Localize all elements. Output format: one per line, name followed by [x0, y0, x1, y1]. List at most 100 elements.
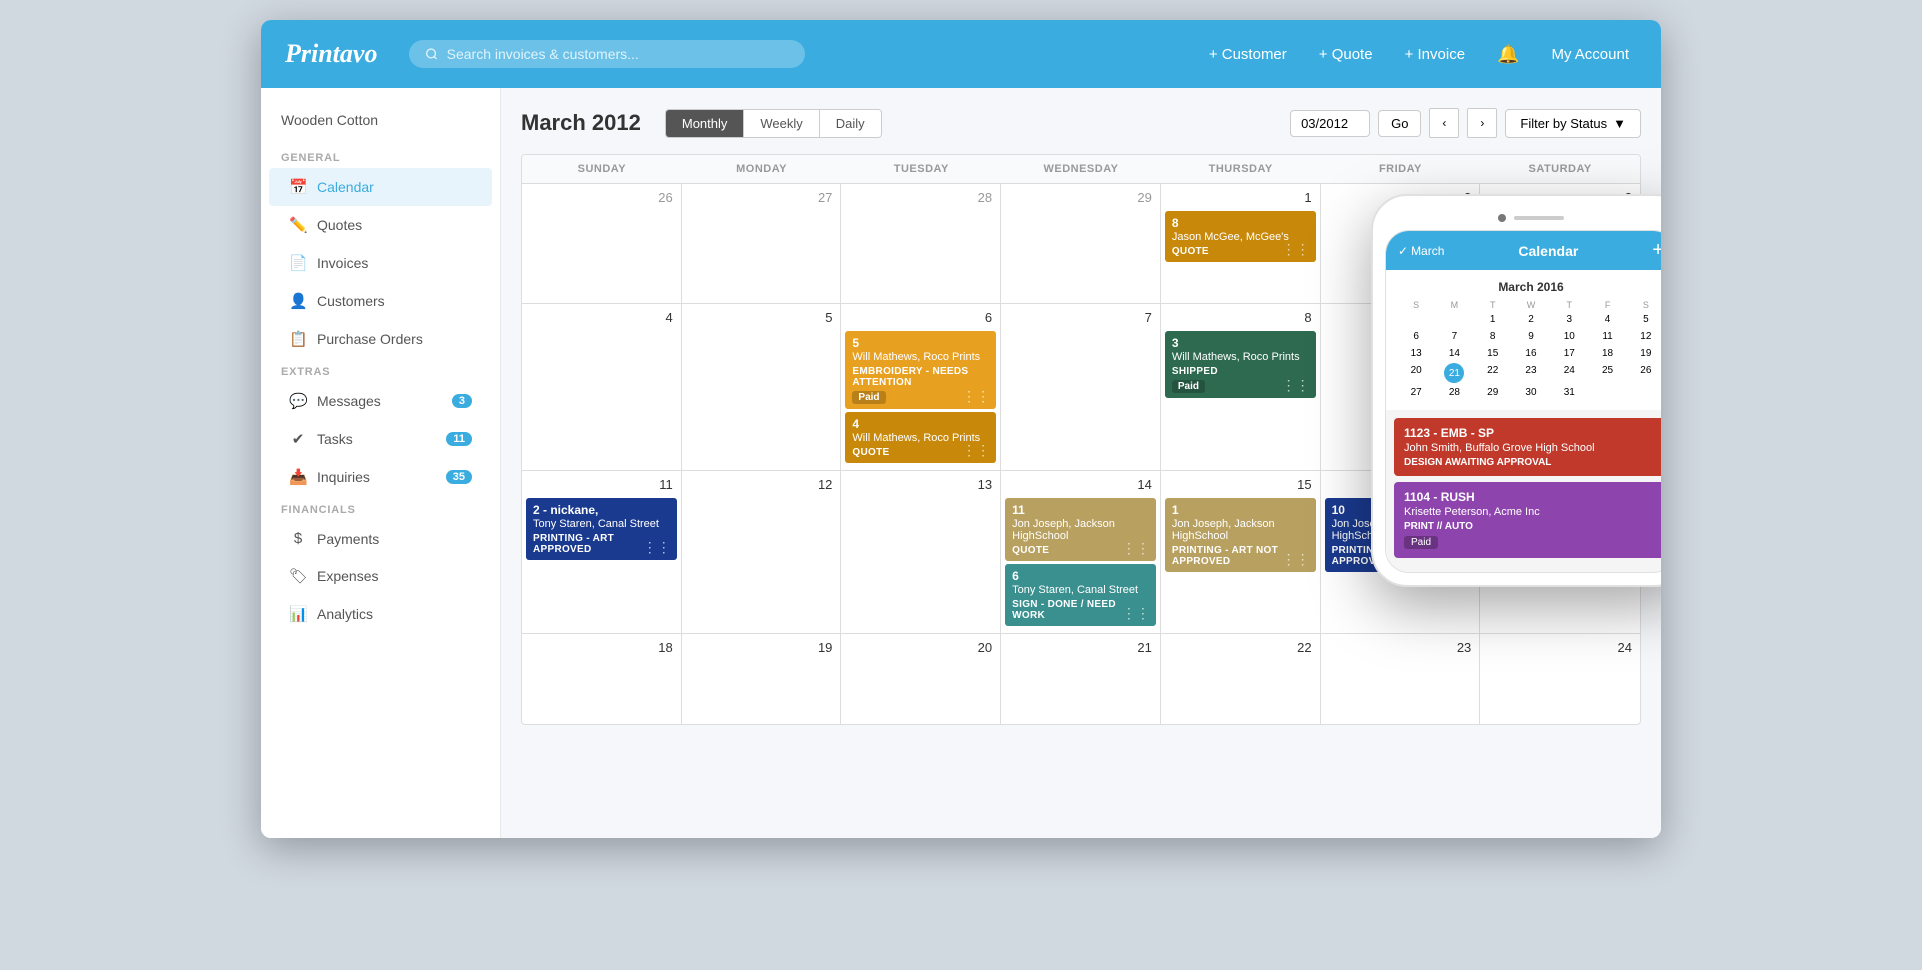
phone-cal-11[interactable]: 11 [1589, 329, 1625, 344]
cell-14[interactable]: 14 11 Jon Joseph, Jackson HighSchool QUO… [1001, 471, 1161, 633]
inquiries-icon: 📥 [289, 468, 307, 486]
sidebar-item-customers[interactable]: 👤 Customers [269, 282, 492, 320]
search-input[interactable] [447, 46, 790, 62]
prev-month-button[interactable]: ‹ [1429, 108, 1459, 138]
cell-6[interactable]: 6 5 Will Mathews, Roco Prints EMBROIDERY… [841, 304, 1001, 470]
phone-cal-16[interactable]: 16 [1513, 346, 1549, 361]
event-11[interactable]: 11 Jon Joseph, Jackson HighSchool QUOTE … [1005, 498, 1156, 561]
my-account-button[interactable]: My Account [1543, 42, 1637, 67]
cell-7[interactable]: 7 [1001, 304, 1161, 470]
cell-23[interactable]: 23 [1321, 634, 1481, 724]
sidebar-item-analytics[interactable]: 📊 Analytics [269, 595, 492, 633]
phone-cal-17[interactable]: 17 [1551, 346, 1587, 361]
event-3[interactable]: 3 Will Mathews, Roco Prints SHIPPED Paid… [1165, 331, 1316, 398]
phone-cal-1[interactable]: 1 [1475, 312, 1511, 327]
phone-add-button[interactable]: + [1652, 239, 1661, 262]
sidebar-item-calendar[interactable]: 📅 Calendar [269, 168, 492, 206]
phone-cal-7[interactable]: 7 [1436, 329, 1472, 344]
event-8[interactable]: 8 Jason McGee, McGee's QUOTE ⋮⋮ [1165, 211, 1316, 262]
search-bar[interactable] [409, 40, 805, 68]
cell-21[interactable]: 21 [1001, 634, 1161, 724]
phone-cal-21-today[interactable]: 21 [1436, 363, 1472, 383]
messages-badge: 3 [452, 394, 472, 408]
phone-cal-5[interactable]: 5 [1628, 312, 1661, 327]
phone-cal-28[interactable]: 28 [1436, 385, 1472, 400]
phone-cal-12[interactable]: 12 [1628, 329, 1661, 344]
event-5[interactable]: 5 Will Mathews, Roco Prints EMBROIDERY -… [845, 331, 996, 409]
sidebar-label-quotes: Quotes [317, 217, 362, 233]
cell-12[interactable]: 12 [682, 471, 842, 633]
phone-cal-25[interactable]: 25 [1589, 363, 1625, 383]
cell-24[interactable]: 24 [1480, 634, 1640, 724]
cell-11[interactable]: 11 2 - nickane, Tony Staren, Canal Stree… [522, 471, 682, 633]
phone-cal-empty3 [1589, 385, 1625, 400]
event-1[interactable]: 1 Jon Joseph, Jackson HighSchool PRINTIN… [1165, 498, 1316, 572]
phone-back-label: March [1411, 244, 1444, 258]
calendar-title: March 2012 [521, 110, 641, 136]
phone-cal-24[interactable]: 24 [1551, 363, 1587, 383]
cell-26[interactable]: 26 [522, 184, 682, 303]
cell-8[interactable]: 8 3 Will Mathews, Roco Prints SHIPPED Pa… [1161, 304, 1321, 470]
phone-cal-6[interactable]: 6 [1398, 329, 1434, 344]
cell-19[interactable]: 19 [682, 634, 842, 724]
daily-view-button[interactable]: Daily [820, 110, 881, 137]
month-input[interactable] [1290, 110, 1370, 137]
cell-1[interactable]: 1 8 Jason McGee, McGee's QUOTE ⋮⋮ [1161, 184, 1321, 303]
sidebar-item-inquiries[interactable]: 📥 Inquiries 35 [269, 458, 492, 496]
event-6[interactable]: 6 Tony Staren, Canal Street SIGN - DONE … [1005, 564, 1156, 626]
monthly-view-button[interactable]: Monthly [666, 110, 745, 137]
sidebar-item-invoices[interactable]: 📄 Invoices [269, 244, 492, 282]
phone-cal-2[interactable]: 2 [1513, 312, 1549, 327]
phone-cal-13[interactable]: 13 [1398, 346, 1434, 361]
cell-13[interactable]: 13 [841, 471, 1001, 633]
phone-cal-3[interactable]: 3 [1551, 312, 1587, 327]
event-2[interactable]: 2 - nickane, Tony Staren, Canal Street P… [526, 498, 677, 560]
sidebar-item-quotes[interactable]: ✏️ Quotes [269, 206, 492, 244]
phone-cal-31[interactable]: 31 [1551, 385, 1587, 400]
next-month-button[interactable]: › [1467, 108, 1497, 138]
sidebar-item-expenses[interactable]: 🏷 Expenses [269, 557, 492, 595]
cell-18[interactable]: 18 [522, 634, 682, 724]
phone-cal-30[interactable]: 30 [1513, 385, 1549, 400]
phone-cal-26[interactable]: 26 [1628, 363, 1661, 383]
cell-22[interactable]: 22 [1161, 634, 1321, 724]
cell-15[interactable]: 15 1 Jon Joseph, Jackson HighSchool PRIN… [1161, 471, 1321, 633]
calendar-nav-right: Go ‹ › Filter by Status ▼ [1290, 108, 1641, 138]
sidebar-item-payments[interactable]: $ Payments [269, 520, 492, 557]
go-button[interactable]: Go [1378, 110, 1421, 137]
add-invoice-button[interactable]: + Invoice [1397, 42, 1473, 67]
phone-cal-10[interactable]: 10 [1551, 329, 1587, 344]
notifications-bell[interactable]: 🔔 [1489, 40, 1527, 69]
sidebar-section-extras: EXTRAS [261, 358, 500, 382]
phone-cal-19[interactable]: 19 [1628, 346, 1661, 361]
phone-cal-18[interactable]: 18 [1589, 346, 1625, 361]
event-4[interactable]: 4 Will Mathews, Roco Prints QUOTE ⋮⋮ [845, 412, 996, 463]
phone-day-w: W [1513, 300, 1549, 310]
sidebar-item-messages[interactable]: 💬 Messages 3 [269, 382, 492, 420]
phone-event-1[interactable]: 1123 - EMB - SP John Smith, Buffalo Grov… [1394, 418, 1661, 476]
cell-28[interactable]: 28 [841, 184, 1001, 303]
phone-cal-22[interactable]: 22 [1475, 363, 1511, 383]
sidebar-item-tasks[interactable]: ✔ Tasks 11 [269, 420, 492, 458]
cell-29[interactable]: 29 [1001, 184, 1161, 303]
phone-cal-15[interactable]: 15 [1475, 346, 1511, 361]
phone-event-2[interactable]: 1104 - RUSH Krisette Peterson, Acme Inc … [1394, 482, 1661, 558]
cell-27[interactable]: 27 [682, 184, 842, 303]
filter-status-button[interactable]: Filter by Status ▼ [1505, 109, 1641, 138]
cell-4[interactable]: 4 [522, 304, 682, 470]
phone-cal-23[interactable]: 23 [1513, 363, 1549, 383]
cell-20[interactable]: 20 [841, 634, 1001, 724]
phone-cal-4[interactable]: 4 [1589, 312, 1625, 327]
phone-cal-8[interactable]: 8 [1475, 329, 1511, 344]
phone-cal-20[interactable]: 20 [1398, 363, 1434, 383]
phone-cal-9[interactable]: 9 [1513, 329, 1549, 344]
weekly-view-button[interactable]: Weekly [744, 110, 819, 137]
sidebar-item-purchase-orders[interactable]: 📋 Purchase Orders [269, 320, 492, 358]
add-quote-button[interactable]: + Quote [1311, 42, 1381, 67]
phone-cal-29[interactable]: 29 [1475, 385, 1511, 400]
phone-back-button[interactable]: ✓ March [1398, 244, 1444, 258]
add-customer-button[interactable]: + Customer [1201, 42, 1295, 67]
cell-5[interactable]: 5 [682, 304, 842, 470]
phone-cal-27[interactable]: 27 [1398, 385, 1434, 400]
phone-cal-14[interactable]: 14 [1436, 346, 1472, 361]
